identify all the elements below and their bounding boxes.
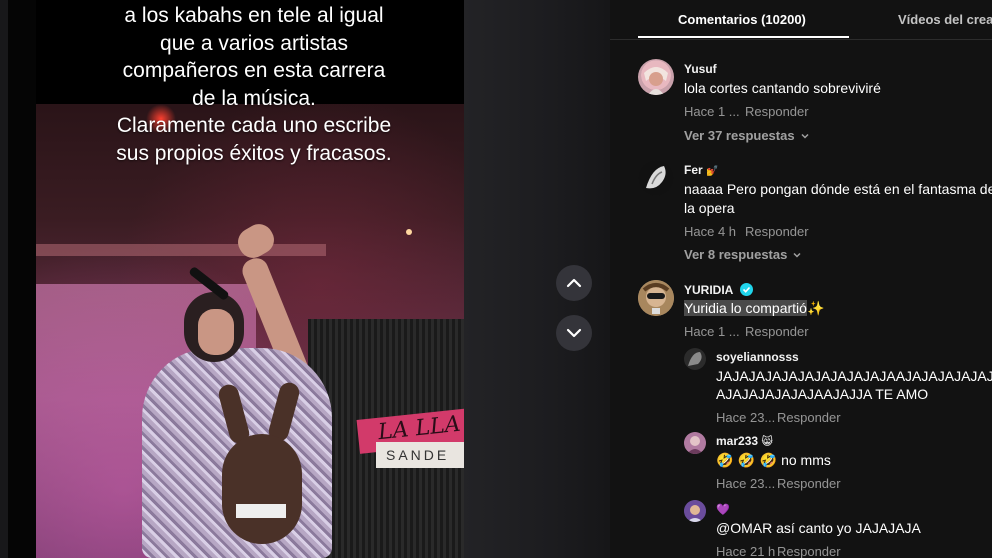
comment-username: YURIDIA [684, 283, 733, 297]
view-replies-label: Ver 37 respuestas [684, 128, 795, 143]
comment-time: Hace 1 ... [684, 104, 740, 119]
avatar[interactable] [638, 160, 674, 196]
chevron-up-icon [566, 278, 582, 288]
caption-line: a los kabahs en tele al igual [124, 4, 384, 27]
avatar[interactable] [684, 432, 706, 454]
comment-username: Fer [684, 163, 703, 177]
caption-line: compañeros en esta carrera [122, 59, 386, 82]
spotlight [406, 229, 412, 235]
reply-username-group[interactable]: mar233 😸 [716, 434, 773, 448]
stage-truss [36, 244, 326, 256]
avatar-image [638, 160, 674, 196]
reply-username-group[interactable]: 💜 [716, 502, 730, 516]
username-emoji: 💅 [706, 166, 719, 177]
username-emoji: 💜 [716, 503, 730, 516]
comment-time: Hace 4 h [684, 224, 737, 239]
avatar[interactable] [638, 59, 674, 95]
video-image: LA LLA SANDE [36, 104, 464, 558]
reply-text: @OMAR así canto yo JAJAJAJA [716, 520, 921, 536]
comment-time: Hace 1 ... [684, 324, 740, 339]
singer-hand [232, 219, 280, 263]
reply-text-line: JAJAJAJAJAJAJAJAJAJAJAAJAJAJAJAJAJAJAJAJ… [716, 368, 992, 384]
view-replies-button[interactable]: Ver 37 respuestas [684, 128, 810, 143]
reply-time: Hace 21 h [716, 544, 776, 558]
tab-creator-videos[interactable]: Vídeos del creador [898, 12, 992, 27]
caption-line: Claramente cada uno escribe [116, 114, 392, 137]
comment-username[interactable]: Yusuf [684, 62, 717, 76]
reply-button[interactable]: Responder [777, 410, 841, 425]
avatar-image [684, 348, 706, 370]
bear-label [236, 504, 286, 518]
chevron-down-icon [801, 133, 809, 139]
reply-text: 🤣 🤣 🤣 no mms [716, 450, 831, 471]
view-replies-button[interactable]: Ver 8 respuestas [684, 247, 802, 262]
avatar-image [644, 67, 668, 95]
reply-button[interactable]: Responder [777, 544, 841, 558]
reply-button[interactable]: Responder [745, 104, 809, 119]
caption-line: de la música. [192, 86, 316, 110]
avatar-image [684, 432, 706, 454]
reply-time: Hace 23... [716, 476, 776, 491]
singer-face [198, 309, 234, 355]
comment-username-group[interactable]: Fer 💅 [684, 163, 718, 177]
avatar[interactable] [638, 280, 674, 316]
reply-text-line: AJAJAJAJAJAJAAJAJJA TE AMO [716, 386, 929, 402]
reply-username: mar233 [716, 434, 759, 448]
sparkles-emoji: ✨ [806, 301, 825, 317]
caption-line: sus propios éxitos y fracasos. [116, 141, 392, 165]
view-replies-label: Ver 8 respuestas [684, 247, 788, 262]
panel-tabs: Comentarios (10200) Vídeos del creador [610, 0, 992, 40]
reply-button[interactable]: Responder [745, 224, 809, 239]
video-frame[interactable]: LA LLA SANDE a los kabahs en tele al igu… [8, 0, 464, 558]
comments-panel: Comentarios (10200) Vídeos del creador Y… [610, 0, 992, 558]
highlighted-text: Yuridia lo compartió [684, 300, 807, 316]
video-letterbox [8, 0, 36, 558]
video-caption: a los kabahs en tele al igual que a vari… [36, 2, 464, 167]
reply-button[interactable]: Responder [745, 324, 809, 339]
verified-badge-icon [740, 283, 754, 296]
reply-text-content: no mms [781, 452, 831, 468]
avatar-image [684, 500, 706, 522]
tab-comments[interactable]: Comentarios (10200) [678, 12, 806, 27]
app-root: LA LLA SANDE a los kabahs en tele al igu… [0, 0, 992, 558]
comment-text-line: naaaa Pero pongan dónde está en el fanta… [684, 181, 992, 197]
chevron-down-icon [793, 252, 801, 258]
avatar[interactable] [684, 500, 706, 522]
username-emoji: 😸 [761, 435, 773, 448]
video-player[interactable]: LA LLA SANDE a los kabahs en tele al igu… [0, 0, 610, 558]
reply-button[interactable]: Responder [777, 476, 841, 491]
caption-line: que a varios artistas [160, 31, 348, 55]
comment-text-line: la opera [684, 200, 735, 216]
bear-print [222, 434, 302, 544]
comment-username-group[interactable]: YURIDIA [684, 283, 754, 297]
active-tab-indicator [638, 36, 849, 38]
avatar[interactable] [684, 348, 706, 370]
reply-username[interactable]: soyeliannosss [716, 350, 799, 364]
chevron-down-icon [566, 328, 582, 338]
laughing-emojis: 🤣 🤣 🤣 [716, 453, 778, 469]
reply-time: Hace 23... [716, 410, 776, 425]
comment-text: lola cortes cantando sobreviviré [684, 80, 881, 96]
avatar-image [638, 280, 674, 316]
comment-text: Yuridia lo compartió✨ [684, 298, 824, 319]
previous-video-button[interactable] [556, 265, 592, 301]
stage-sign-2-text: SANDE [386, 447, 450, 463]
next-video-button[interactable] [556, 315, 592, 351]
